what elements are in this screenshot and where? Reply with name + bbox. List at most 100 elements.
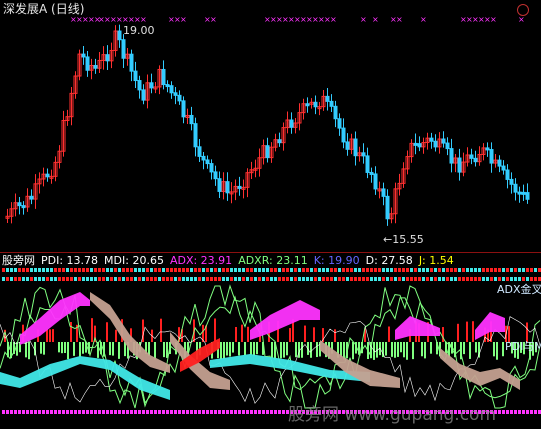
bottom-bead xyxy=(34,410,37,414)
top-bead xyxy=(234,277,237,281)
top-bead xyxy=(378,268,381,272)
bottom-bead xyxy=(14,410,17,414)
top-bead xyxy=(138,268,141,272)
top-bead xyxy=(522,268,525,272)
bottom-bead xyxy=(78,410,81,414)
histogram-bar xyxy=(52,329,54,342)
top-bead xyxy=(210,268,213,272)
bottom-bead xyxy=(86,410,89,414)
indicator-chart[interactable] xyxy=(0,0,541,429)
top-bead xyxy=(106,277,109,281)
top-bead xyxy=(290,277,293,281)
top-bead xyxy=(338,268,341,272)
top-bead xyxy=(102,268,105,272)
histogram-bar xyxy=(115,329,117,342)
top-bead xyxy=(402,277,405,281)
top-bead xyxy=(254,277,257,281)
histogram-bar xyxy=(160,318,162,342)
top-bead xyxy=(262,268,265,272)
bottom-bead xyxy=(106,410,109,414)
bottom-bead xyxy=(170,410,173,414)
top-bead xyxy=(214,277,217,281)
top-bead xyxy=(454,277,457,281)
top-bead xyxy=(270,277,273,281)
top-bead xyxy=(502,277,505,281)
bottom-bead xyxy=(150,410,153,414)
histogram-bar xyxy=(25,342,27,358)
top-bead xyxy=(282,268,285,272)
top-bead xyxy=(450,277,453,281)
top-bead xyxy=(474,277,477,281)
top-bead xyxy=(18,277,21,281)
top-bead xyxy=(46,268,49,272)
watermark: 股旁网 www.gupang.com xyxy=(288,405,497,425)
histogram-bar xyxy=(82,342,84,354)
top-bead xyxy=(434,268,437,272)
top-bead xyxy=(206,277,209,281)
top-bead xyxy=(290,268,293,272)
top-bead xyxy=(110,268,113,272)
top-bead xyxy=(18,268,21,272)
top-bead xyxy=(346,277,349,281)
top-bead xyxy=(310,268,313,272)
bottom-bead xyxy=(26,410,29,414)
bottom-bead xyxy=(94,410,97,414)
top-bead xyxy=(358,268,361,272)
top-bead xyxy=(230,268,233,272)
top-bead xyxy=(38,277,41,281)
top-bead xyxy=(254,268,257,272)
top-bead xyxy=(106,268,109,272)
top-bead xyxy=(382,268,385,272)
bottom-bead xyxy=(142,410,145,414)
top-bead xyxy=(510,268,513,272)
top-bead xyxy=(438,277,441,281)
top-bead xyxy=(366,268,369,272)
top-bead xyxy=(306,277,309,281)
bottom-bead xyxy=(66,410,69,414)
histogram-bar xyxy=(106,322,108,342)
top-bead xyxy=(74,277,77,281)
top-bead xyxy=(258,268,261,272)
bottom-bead xyxy=(138,410,141,414)
bottom-bead xyxy=(274,410,277,414)
histogram-bar xyxy=(502,342,504,357)
bottom-bead xyxy=(258,410,261,414)
top-bead xyxy=(442,268,445,272)
top-bead xyxy=(218,268,221,272)
top-bead xyxy=(186,268,189,272)
top-bead xyxy=(498,277,501,281)
histogram-bar xyxy=(238,342,240,356)
top-bead xyxy=(374,268,377,272)
top-bead xyxy=(430,277,433,281)
top-bead xyxy=(494,268,497,272)
top-bead xyxy=(86,268,89,272)
histogram-bar xyxy=(58,342,60,353)
top-bead xyxy=(394,277,397,281)
top-bead xyxy=(514,277,517,281)
histogram-bar xyxy=(283,342,285,358)
bottom-bead xyxy=(214,410,217,414)
top-bead xyxy=(94,268,97,272)
top-bead xyxy=(354,277,357,281)
bottom-bead xyxy=(74,410,77,414)
histogram-bar xyxy=(241,324,243,342)
top-bead xyxy=(246,268,249,272)
histogram-bar xyxy=(295,342,297,358)
histogram-bar xyxy=(109,342,111,356)
top-bead xyxy=(418,268,421,272)
histogram-bar xyxy=(247,326,249,342)
histogram-bar xyxy=(244,342,246,356)
bottom-bead xyxy=(50,410,53,414)
top-bead xyxy=(402,268,405,272)
top-bead xyxy=(22,277,25,281)
histogram-bar xyxy=(466,321,468,342)
histogram-bar xyxy=(310,342,312,358)
histogram-bar xyxy=(67,342,69,360)
bottom-bead xyxy=(234,410,237,414)
top-bead xyxy=(142,268,145,272)
top-bead xyxy=(198,268,201,272)
histogram-bar xyxy=(472,321,474,342)
histogram-bar xyxy=(463,342,465,355)
top-bead xyxy=(14,277,17,281)
bottom-bead xyxy=(38,410,41,414)
